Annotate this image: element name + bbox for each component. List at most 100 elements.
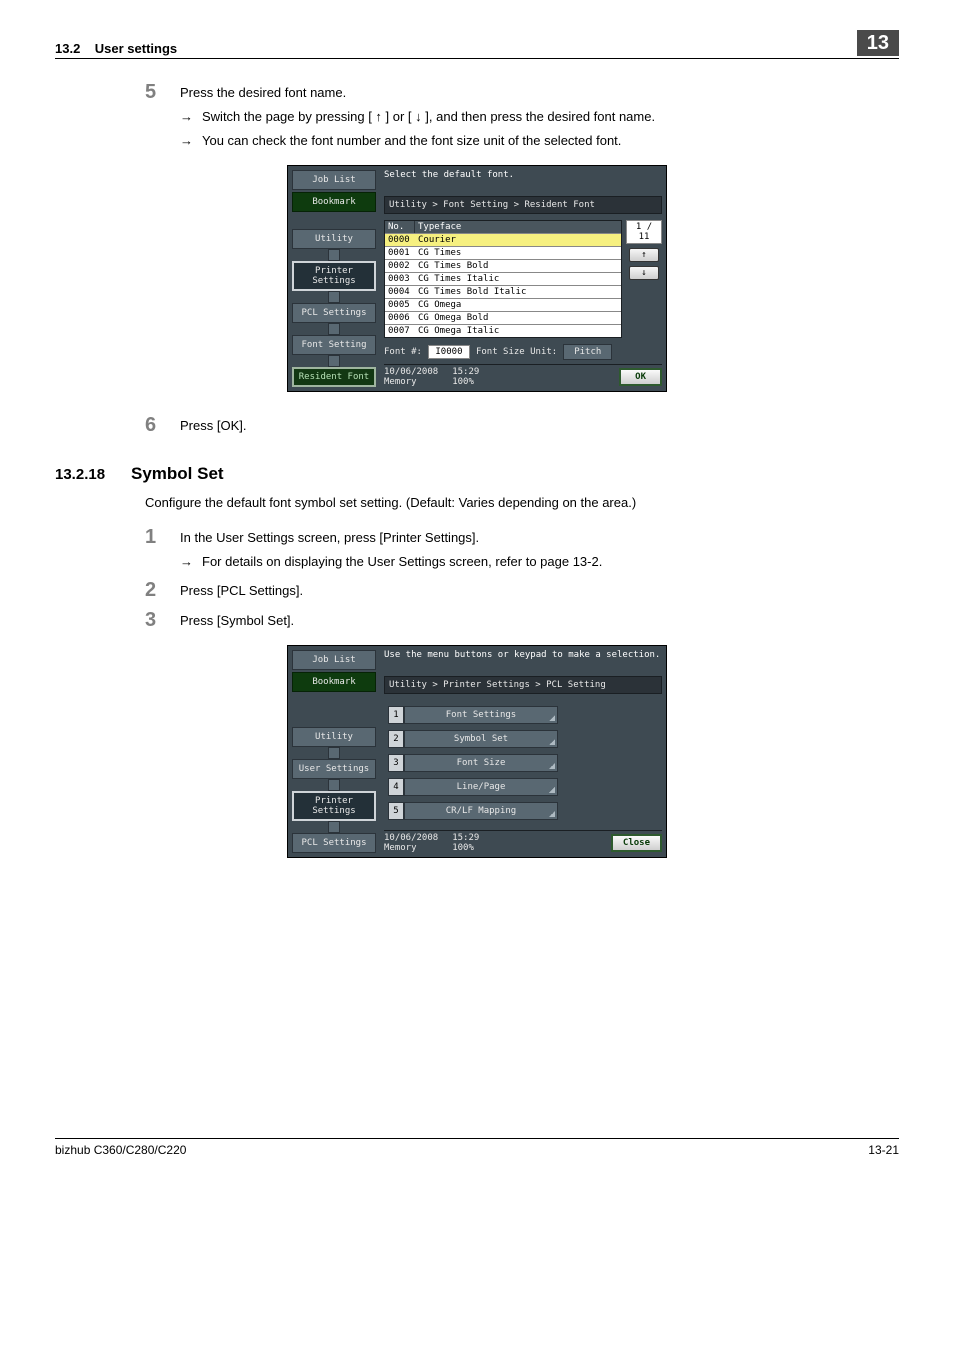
step-1: 1 In the User Settings screen, press [Pr… xyxy=(145,526,899,572)
status-time: 15:29 xyxy=(452,833,479,843)
menu-item[interactable]: 2Symbol Set xyxy=(388,730,558,748)
step-3: 3 Press [Symbol Set]. xyxy=(145,609,899,631)
connector-icon xyxy=(292,781,376,789)
font-table: No. Typeface 0000Courier0001CG Times0002… xyxy=(384,220,622,338)
font-row[interactable]: 0001CG Times xyxy=(385,246,621,259)
breadcrumb: Utility > Printer Settings > PCL Setting xyxy=(384,676,662,694)
menu-item-number: 3 xyxy=(388,754,404,772)
printer-panel-resident-font: Job List Bookmark Utility Printer Settin… xyxy=(287,165,667,392)
font-row-name: CG Omega Bold xyxy=(415,312,621,324)
ok-button[interactable]: OK xyxy=(619,368,662,386)
font-row-name: Courier xyxy=(415,234,621,246)
tab-resident-font[interactable]: Resident Font xyxy=(292,367,376,387)
step-6: 6 Press [OK]. xyxy=(145,414,899,436)
connector-icon xyxy=(292,251,376,259)
font-size-unit-button[interactable]: Pitch xyxy=(563,344,612,360)
connector-icon xyxy=(292,749,376,757)
font-row[interactable]: 0002CG Times Bold xyxy=(385,259,621,272)
connector-icon xyxy=(292,357,376,365)
step-number: 6 xyxy=(145,414,180,436)
menu-item[interactable]: 5CR/LF Mapping xyxy=(388,802,558,820)
section-number: 13.2 xyxy=(55,41,80,56)
step-number: 2 xyxy=(145,579,180,601)
tab-job-list[interactable]: Job List xyxy=(292,650,376,670)
connector-icon xyxy=(292,293,376,301)
font-row[interactable]: 0007CG Omega Italic xyxy=(385,324,621,337)
font-row[interactable]: 0006CG Omega Bold xyxy=(385,311,621,324)
subsection-header: 13.2.18 Symbol Set xyxy=(55,464,899,484)
subsection-title: Symbol Set xyxy=(131,464,224,484)
menu-item[interactable]: 4Line/Page xyxy=(388,778,558,796)
tab-printer-settings[interactable]: Printer Settings xyxy=(292,791,376,821)
status-time: 15:29 xyxy=(452,367,479,377)
arrow-icon: → xyxy=(180,132,202,151)
step-subtext: For details on displaying the User Setti… xyxy=(202,553,899,572)
step-text: Press the desired font name. xyxy=(180,84,899,103)
tab-utility[interactable]: Utility xyxy=(292,727,376,747)
font-row-name: CG Times Bold xyxy=(415,260,621,272)
font-row-name: CG Omega xyxy=(415,299,621,311)
step-number: 5 xyxy=(145,81,180,151)
status-date: 10/06/2008 xyxy=(384,833,438,843)
menu-item-label: Font Settings xyxy=(404,706,558,724)
step-text: Press [PCL Settings]. xyxy=(180,582,899,601)
page-header: 13.2 User settings 13 xyxy=(55,30,899,59)
panel-instruction: Use the menu buttons or keypad to make a… xyxy=(384,650,662,670)
tab-printer-settings[interactable]: Printer Settings xyxy=(292,261,376,291)
menu-item-label: Line/Page xyxy=(404,778,558,796)
tab-job-list[interactable]: Job List xyxy=(292,170,376,190)
connector-icon xyxy=(292,325,376,333)
col-header-typeface: Typeface xyxy=(415,221,621,233)
menu-item[interactable]: 1Font Settings xyxy=(388,706,558,724)
font-row[interactable]: 0003CG Times Italic xyxy=(385,272,621,285)
menu-item-label: Font Size xyxy=(404,754,558,772)
font-size-unit-label: Font Size Unit: xyxy=(476,347,557,357)
step-subtext: You can check the font number and the fo… xyxy=(202,132,899,151)
step-number: 3 xyxy=(145,609,180,631)
font-number-label: Font #: xyxy=(384,347,422,357)
footer-page: 13-21 xyxy=(868,1143,899,1157)
font-row[interactable]: 0004CG Times Bold Italic xyxy=(385,285,621,298)
menu-item-number: 5 xyxy=(388,802,404,820)
font-row-no: 0004 xyxy=(385,286,415,298)
footer-product: bizhub C360/C280/C220 xyxy=(55,1143,186,1157)
status-memory-value: 100% xyxy=(452,377,479,387)
tab-utility[interactable]: Utility xyxy=(292,229,376,249)
tab-bookmark[interactable]: Bookmark xyxy=(292,672,376,692)
printer-panel-pcl-setting: Job List Bookmark Utility User Settings … xyxy=(287,645,667,858)
step-2: 2 Press [PCL Settings]. xyxy=(145,579,899,601)
font-row-name: CG Times Italic xyxy=(415,273,621,285)
menu-item-label: CR/LF Mapping xyxy=(404,802,558,820)
menu-item-number: 4 xyxy=(388,778,404,796)
page-footer: bizhub C360/C280/C220 13-21 xyxy=(55,1138,899,1157)
tab-user-settings[interactable]: User Settings xyxy=(292,759,376,779)
font-row[interactable]: 0005CG Omega xyxy=(385,298,621,311)
font-row-name: CG Times Bold Italic xyxy=(415,286,621,298)
tab-pcl-settings[interactable]: PCL Settings xyxy=(292,833,376,853)
page-up-button[interactable]: ↑ xyxy=(629,248,659,262)
menu-item-number: 1 xyxy=(388,706,404,724)
font-row-no: 0005 xyxy=(385,299,415,311)
step-text: Press [OK]. xyxy=(180,417,899,436)
arrow-icon: → xyxy=(180,108,202,127)
close-button[interactable]: Close xyxy=(611,834,662,852)
font-number-value[interactable]: I0000 xyxy=(428,345,470,359)
font-row-name: CG Times xyxy=(415,247,621,259)
subsection-number: 13.2.18 xyxy=(55,466,131,483)
menu-item-number: 2 xyxy=(388,730,404,748)
tab-bookmark[interactable]: Bookmark xyxy=(292,192,376,212)
status-memory-label: Memory xyxy=(384,843,438,853)
font-row-no: 0003 xyxy=(385,273,415,285)
col-header-no: No. xyxy=(385,221,415,233)
menu-item[interactable]: 3Font Size xyxy=(388,754,558,772)
font-row-no: 0006 xyxy=(385,312,415,324)
step-5: 5 Press the desired font name. → Switch … xyxy=(145,81,899,151)
font-row[interactable]: 0000Courier xyxy=(385,233,621,246)
font-row-name: CG Omega Italic xyxy=(415,325,621,337)
page-down-button[interactable]: ↓ xyxy=(629,266,659,280)
menu-item-label: Symbol Set xyxy=(404,730,558,748)
font-row-no: 0002 xyxy=(385,260,415,272)
tab-pcl-settings[interactable]: PCL Settings xyxy=(292,303,376,323)
tab-font-setting[interactable]: Font Setting xyxy=(292,335,376,355)
step-number: 1 xyxy=(145,526,180,572)
